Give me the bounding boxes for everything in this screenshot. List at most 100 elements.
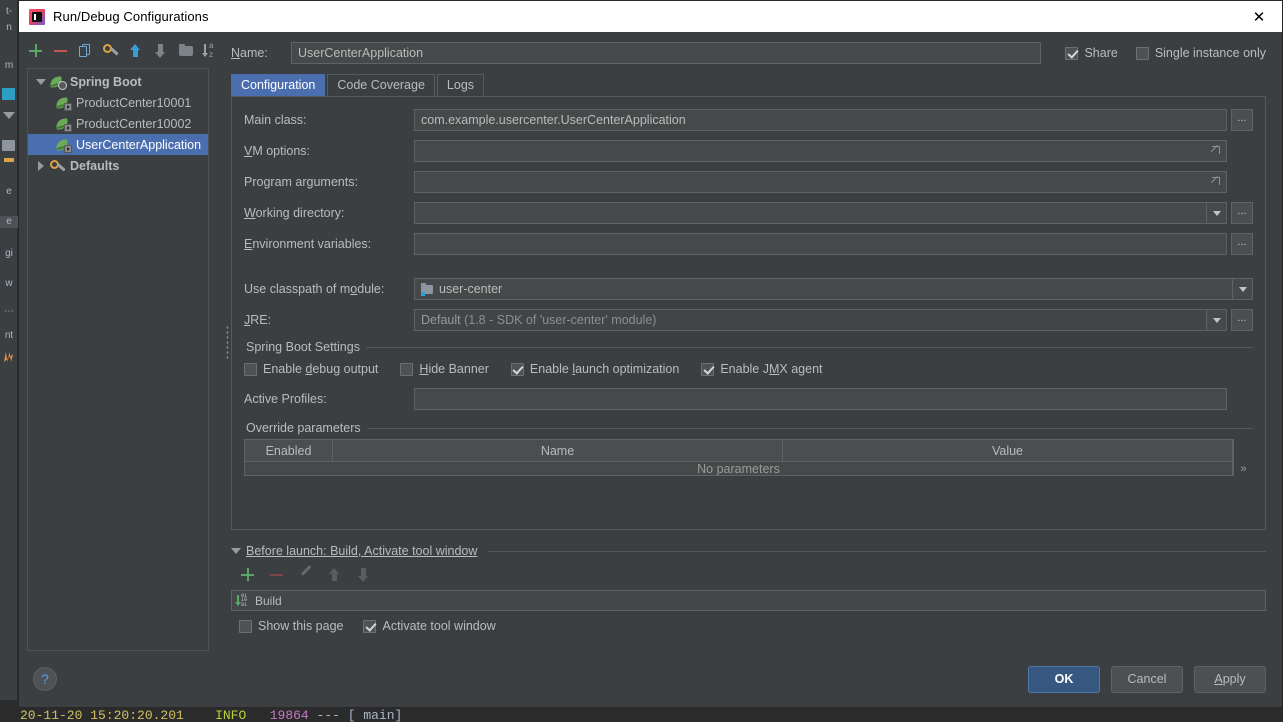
enable-jmx-agent-checkbox[interactable]: Enable JMX agent — [701, 362, 823, 376]
spring-boot-checkboxes: Enable debug output Hide Banner Enable l… — [244, 362, 1253, 376]
chevron-down-icon[interactable] — [231, 548, 241, 554]
working-directory-browse-button[interactable]: ... — [1231, 202, 1253, 224]
chevron-right-icon[interactable] — [34, 161, 48, 171]
tab-code-coverage[interactable]: Code Coverage — [327, 74, 435, 96]
table-header-row: Enabled Name Value — [245, 440, 1232, 461]
spring-boot-run-icon — [55, 116, 72, 132]
working-directory-dropdown-icon[interactable] — [1207, 202, 1227, 224]
checkbox-box[interactable] — [239, 619, 252, 633]
checkbox-box[interactable] — [1135, 46, 1149, 60]
add-configuration-button[interactable] — [27, 42, 45, 60]
configurations-panel: az Spring Boot ProductCenter10001 Produc… — [19, 32, 223, 651]
bg-tool-label-4: e — [0, 216, 18, 228]
show-this-page-checkbox[interactable]: Show this page — [239, 619, 343, 633]
ok-button[interactable]: OK — [1028, 665, 1100, 693]
configurations-tree[interactable]: Spring Boot ProductCenter10001 ProductCe… — [27, 68, 209, 651]
jre-dropdown-icon[interactable] — [1207, 309, 1227, 331]
vm-options-input[interactable] — [414, 140, 1227, 162]
share-label: Share — [1084, 46, 1118, 60]
enable-debug-output-checkbox[interactable]: Enable debug output — [244, 362, 378, 376]
apply-button[interactable]: Apply — [1194, 665, 1266, 693]
tree-node-label: ProductCenter10001 — [76, 95, 192, 110]
bg-bookmark-icon — [4, 352, 13, 362]
add-task-button[interactable] — [239, 566, 257, 584]
copy-configuration-button[interactable] — [77, 42, 95, 60]
chevron-down-icon[interactable] — [34, 79, 48, 85]
run-debug-configurations-dialog: Run/Debug Configurations ✕ az Spring Boo… — [18, 0, 1283, 708]
use-classpath-of-module-combo[interactable]: user-center — [414, 278, 1233, 300]
active-profiles-label: Active Profiles: — [244, 392, 327, 406]
tree-node-spring-boot[interactable]: Spring Boot — [28, 71, 208, 92]
enable-launch-optimization-checkbox[interactable]: Enable launch optimization — [510, 362, 679, 376]
override-parameters-expand-button[interactable]: » — [1233, 439, 1253, 476]
help-button[interactable]: ? — [33, 667, 57, 691]
tab-logs[interactable]: Logs — [436, 74, 485, 96]
before-launch-options: Show this page Activate tool window — [239, 619, 1266, 633]
single-instance-only-checkbox[interactable]: Single instance only — [1135, 46, 1266, 60]
expand-icon[interactable] — [1210, 176, 1221, 187]
checkbox-box[interactable] — [400, 362, 414, 376]
column-header-value[interactable]: Value — [783, 440, 1232, 461]
tree-node-usercenterapplication[interactable]: UserCenterApplication — [28, 134, 208, 155]
dialog-body: az Spring Boot ProductCenter10001 Produc… — [19, 32, 1282, 651]
column-header-name[interactable]: Name — [333, 440, 783, 461]
create-folder-button[interactable] — [177, 42, 195, 60]
dialog-title: Run/Debug Configurations — [53, 9, 209, 24]
before-launch-header[interactable]: Before launch: Build, Activate tool wind… — [231, 544, 1266, 558]
tree-node-productcenter10001[interactable]: ProductCenter10001 — [28, 92, 208, 113]
before-launch-title: Before launch: Build, Activate tool wind… — [246, 544, 478, 558]
share-checkbox[interactable]: Share — [1065, 46, 1118, 60]
bg-tool-label-6: w — [5, 278, 13, 289]
tree-node-defaults[interactable]: Defaults — [28, 155, 208, 176]
override-parameters-table[interactable]: Enabled Name Value No parameters — [244, 439, 1233, 476]
spring-boot-run-icon — [55, 137, 72, 153]
activate-tool-window-checkbox[interactable]: Activate tool window — [363, 619, 496, 633]
cancel-button[interactable]: Cancel — [1111, 665, 1183, 693]
checkbox-box[interactable] — [1065, 46, 1079, 60]
jre-browse-button[interactable]: ... — [1231, 309, 1253, 331]
panel-splitter[interactable] — [223, 32, 231, 651]
remove-configuration-button[interactable] — [52, 42, 70, 60]
move-up-button[interactable] — [127, 42, 145, 60]
column-header-enabled[interactable]: Enabled — [245, 440, 333, 461]
main-class-label: Main class: — [244, 113, 307, 127]
name-input[interactable] — [291, 42, 1042, 64]
single-instance-only-label: Single instance only — [1154, 46, 1266, 60]
checkbox-box[interactable] — [244, 362, 257, 376]
before-launch-toolbar — [239, 564, 1266, 586]
jre-combo[interactable]: Default (1.8 - SDK of 'user-center' modu… — [414, 309, 1207, 331]
environment-variables-row: Environment variables: ... — [244, 233, 1253, 255]
tree-node-productcenter10002[interactable]: ProductCenter10002 — [28, 113, 208, 134]
use-classpath-of-module-dropdown-icon[interactable] — [1233, 278, 1253, 300]
before-launch-task-list[interactable]: 01 10 01 Build — [231, 590, 1266, 611]
use-classpath-of-module-label: Use classpath of module: — [244, 282, 385, 296]
checkbox-box[interactable] — [701, 362, 715, 376]
working-directory-input[interactable] — [414, 202, 1207, 224]
bg-icon-0 — [2, 88, 15, 100]
expand-icon[interactable] — [1210, 145, 1221, 156]
move-down-button[interactable] — [152, 42, 170, 60]
edit-defaults-button[interactable] — [102, 42, 120, 60]
close-icon[interactable]: ✕ — [1236, 1, 1282, 32]
sort-configurations-button[interactable]: az — [202, 41, 220, 60]
show-this-page-label: Show this page — [258, 619, 344, 633]
spring-boot-settings-section: Spring Boot Settings Enable debug output… — [244, 340, 1253, 476]
main-class-browse-button[interactable]: ... — [1231, 109, 1253, 131]
environment-variables-browse-button[interactable]: ... — [1231, 233, 1253, 255]
console-level: INFO — [215, 708, 247, 722]
bg-icon-3 — [4, 158, 14, 162]
active-profiles-input[interactable] — [414, 388, 1227, 410]
checkbox-box[interactable] — [510, 362, 524, 376]
main-class-input[interactable]: com.example.usercenter.UserCenterApplica… — [414, 109, 1227, 131]
checkbox-box[interactable] — [363, 619, 377, 633]
spring-boot-icon — [49, 74, 67, 90]
dialog-action-buttons: OK Cancel Apply — [1028, 665, 1266, 693]
environment-variables-input[interactable] — [414, 233, 1227, 255]
hide-banner-checkbox[interactable]: Hide Banner — [400, 362, 489, 376]
tab-configuration[interactable]: Configuration — [231, 74, 326, 96]
program-arguments-input[interactable] — [414, 171, 1227, 193]
configurations-toolbar: az — [19, 40, 223, 62]
dialog-footer: ? OK Cancel Apply — [19, 651, 1282, 707]
remove-task-button — [268, 566, 286, 584]
